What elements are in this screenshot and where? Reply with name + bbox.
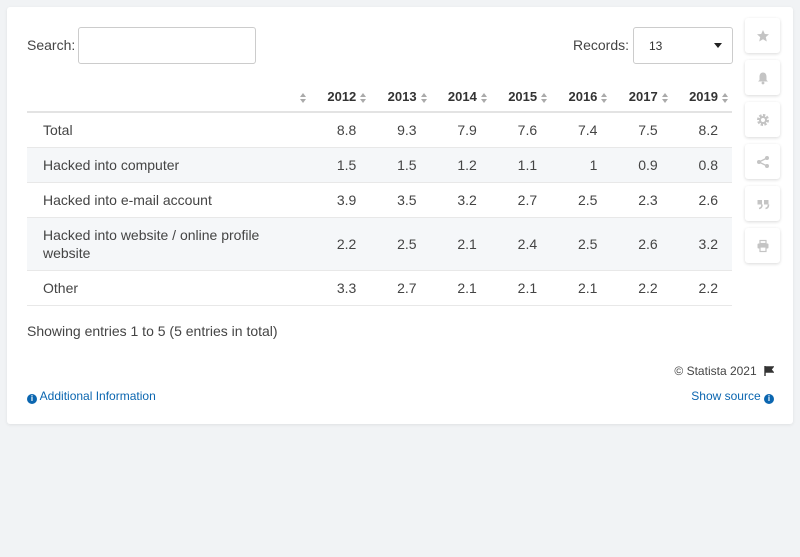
table-cell: 2.7 — [490, 182, 552, 218]
sort-icon — [722, 93, 728, 103]
table-cell: 8.8 — [310, 112, 371, 148]
quote-icon — [757, 199, 769, 209]
star-icon — [756, 29, 769, 41]
sort-icon — [480, 93, 487, 103]
sort-icon — [601, 93, 608, 103]
header-label-column[interactable] — [27, 82, 310, 113]
row-label: Hacked into website / online profile web… — [27, 217, 310, 271]
row-label: Hacked into e-mail account — [27, 182, 310, 218]
header-2016[interactable]: 2016 — [551, 82, 612, 113]
table-row: Hacked into website / online profile web… — [27, 217, 732, 271]
table-cell: 2.5 — [370, 217, 431, 271]
table-cell: 7.9 — [430, 112, 491, 148]
additional-information-label: Additional Information — [39, 389, 156, 403]
notification-button[interactable] — [745, 60, 780, 95]
show-source-label: Show source — [691, 389, 761, 403]
table-row: Hacked into e-mail account 3.9 3.5 3.2 2… — [27, 182, 732, 218]
header-2017[interactable]: 2017 — [611, 82, 672, 113]
row-label: Hacked into computer — [27, 147, 310, 183]
bell-icon — [757, 72, 768, 84]
copyright-text: © Statista 2021 — [674, 364, 757, 378]
table-cell: 7.4 — [551, 112, 612, 148]
table-cell: 1.2 — [430, 147, 491, 183]
row-label: Total — [27, 112, 310, 148]
sort-icon — [661, 93, 668, 103]
table-cell: 7.5 — [611, 112, 672, 148]
table-cell: 1.1 — [490, 147, 552, 183]
table-row: Hacked into computer 1.5 1.5 1.2 1.1 1 0… — [27, 147, 732, 183]
row-label: Other — [27, 270, 310, 306]
table-cell: 3.5 — [370, 182, 431, 218]
table-cell: 2.5 — [551, 217, 612, 271]
table-cell: 1.5 — [310, 147, 371, 183]
table-cell: 9.3 — [370, 112, 431, 148]
table-cell: 2.6 — [611, 217, 672, 271]
table-row: Other 3.3 2.7 2.1 2.1 2.1 2.2 2.2 — [27, 270, 732, 306]
table-row: Total 8.8 9.3 7.9 7.6 7.4 7.5 8.2 — [27, 112, 732, 148]
statistic-card: Search: Records: 13 2012 2013 2014 2015 … — [7, 7, 793, 424]
caret-down-icon — [714, 43, 722, 48]
header-2014[interactable]: 2014 — [430, 82, 491, 113]
print-icon — [757, 239, 768, 252]
entries-summary: Showing entries 1 to 5 (5 entries in tot… — [27, 323, 278, 339]
copyright: © Statista 2021 — [674, 364, 774, 378]
favorite-button[interactable] — [745, 18, 780, 53]
records-selected-value: 13 — [649, 39, 663, 53]
table-cell: 2.2 — [611, 270, 672, 306]
table-cell: 8.2 — [671, 112, 732, 148]
table-cell: 7.6 — [490, 112, 552, 148]
sort-icon — [360, 93, 367, 103]
info-icon: i — [764, 394, 774, 404]
flag-icon[interactable] — [764, 366, 774, 376]
additional-information-link[interactable]: i Additional Information — [27, 389, 156, 404]
table-cell: 2.1 — [490, 270, 552, 306]
data-table: 2012 2013 2014 2015 2016 2017 2019 Total… — [27, 82, 732, 306]
search-label: Search: — [27, 37, 76, 53]
show-source-link[interactable]: Show source i — [691, 389, 774, 404]
table-cell: 2.3 — [611, 182, 672, 218]
table-cell: 3.2 — [430, 182, 491, 218]
table-cell: 2.1 — [430, 270, 491, 306]
cite-button[interactable] — [745, 186, 780, 221]
share-icon — [756, 155, 769, 168]
sort-icon — [420, 93, 427, 103]
info-icon: i — [27, 394, 37, 404]
table-cell: 1.5 — [370, 147, 431, 183]
table-cell: 2.7 — [370, 270, 431, 306]
table-cell: 2.5 — [551, 182, 612, 218]
table-cell: 2.1 — [551, 270, 612, 306]
table-cell: 0.8 — [671, 147, 732, 183]
table-cell: 0.9 — [611, 147, 672, 183]
table-cell: 2.6 — [671, 182, 732, 218]
table-cell: 3.2 — [671, 217, 732, 271]
table-cell: 2.2 — [671, 270, 732, 306]
table-cell: 2.1 — [430, 217, 491, 271]
header-2015[interactable]: 2015 — [490, 82, 552, 113]
header-2012[interactable]: 2012 — [310, 82, 371, 113]
sort-icon — [541, 93, 548, 103]
share-button[interactable] — [745, 144, 780, 179]
action-sidebar — [745, 18, 780, 270]
table-cell: 1 — [551, 147, 612, 183]
table-cell: 3.3 — [310, 270, 371, 306]
header-2019[interactable]: 2019 — [671, 82, 732, 113]
header-2013[interactable]: 2013 — [370, 82, 431, 113]
gear-icon — [756, 113, 769, 126]
search-input[interactable] — [78, 27, 256, 64]
table-cell: 2.4 — [490, 217, 552, 271]
print-button[interactable] — [745, 228, 780, 263]
table-cell: 2.2 — [310, 217, 371, 271]
records-select[interactable]: 13 — [633, 27, 733, 64]
sort-icon — [300, 93, 306, 103]
table-cell: 3.9 — [310, 182, 371, 218]
records-label: Records: — [573, 37, 630, 53]
settings-button[interactable] — [745, 102, 780, 137]
